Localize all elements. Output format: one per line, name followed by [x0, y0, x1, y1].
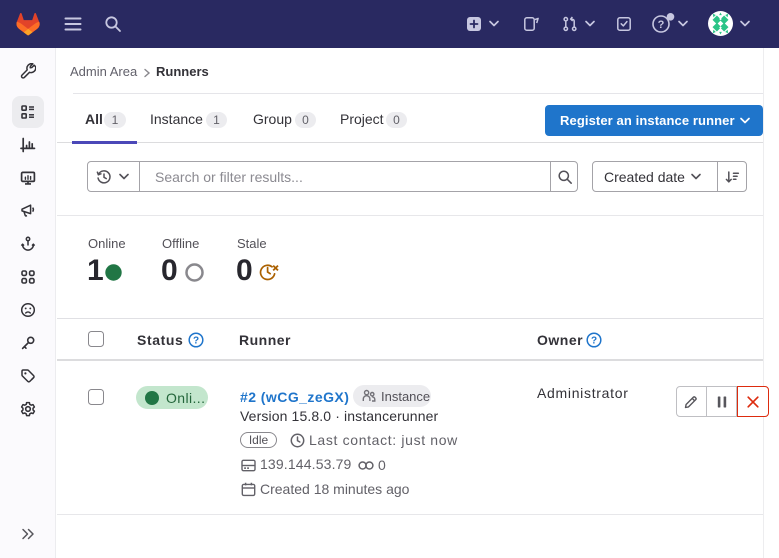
- svg-text:?: ?: [193, 336, 199, 347]
- svg-text:?: ?: [658, 19, 665, 31]
- svg-text:?: ?: [591, 336, 597, 347]
